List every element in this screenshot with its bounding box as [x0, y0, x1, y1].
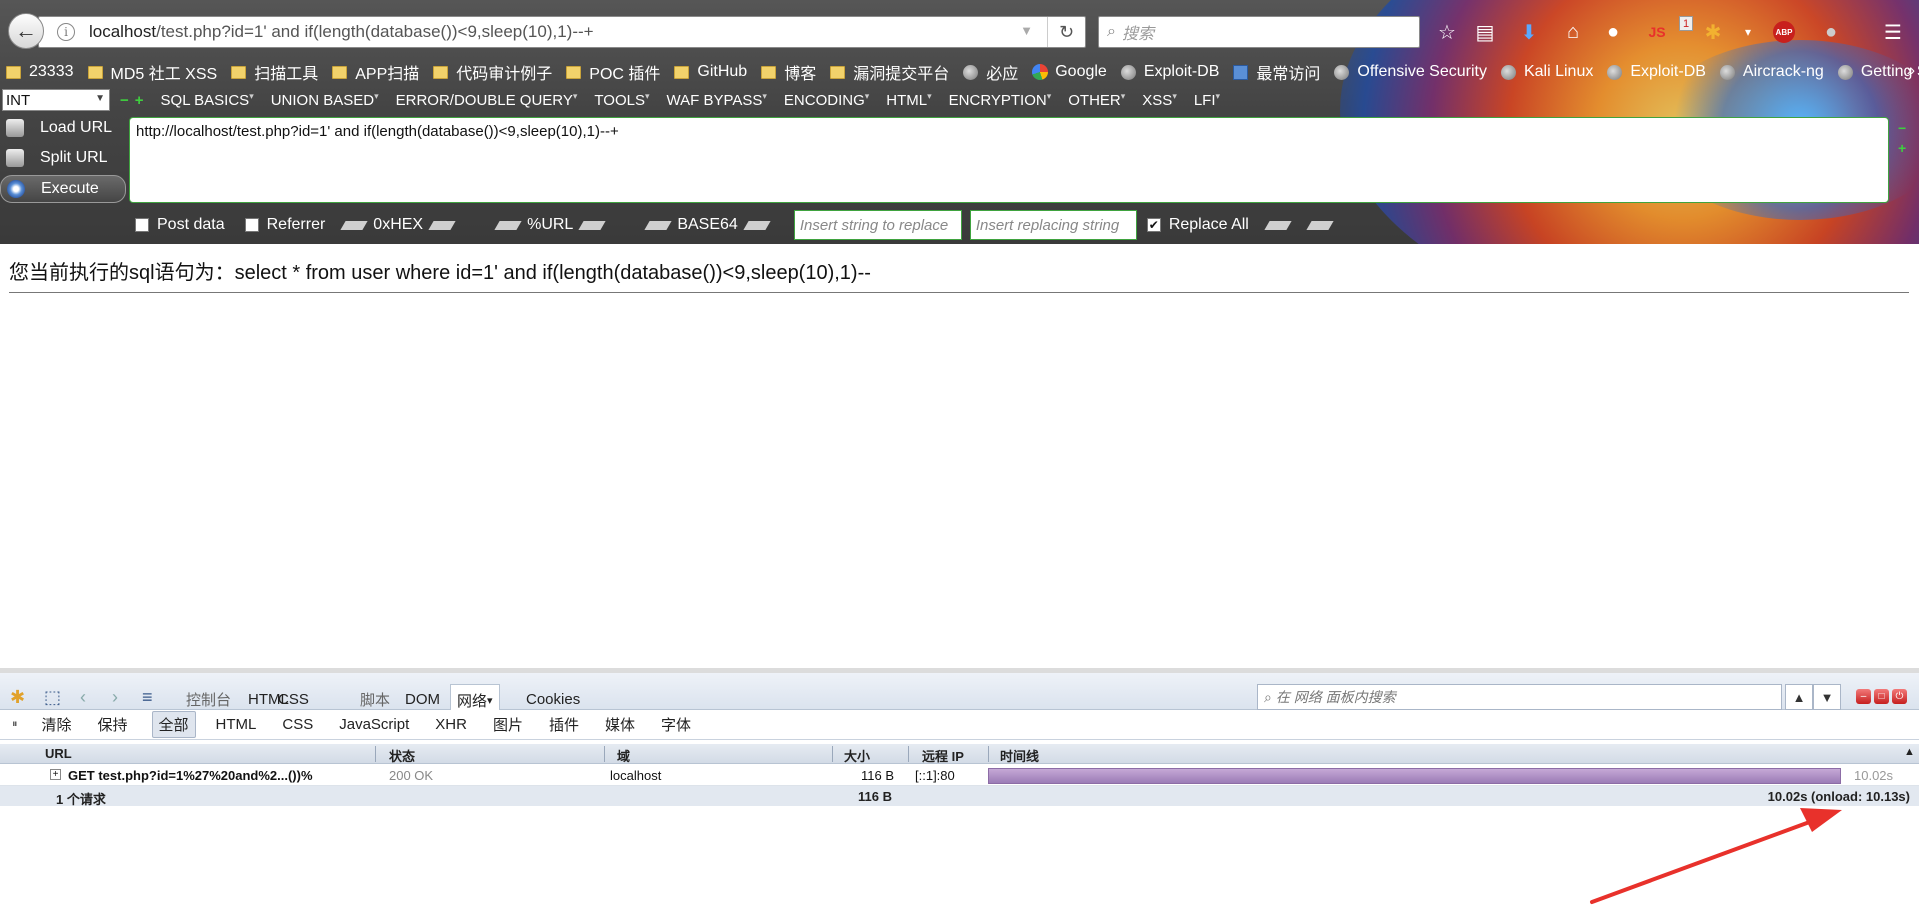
annotation-arrow [1590, 808, 1842, 904]
annotation-arrow-head [1800, 808, 1842, 832]
annotation-arrow-shaft [1590, 818, 1817, 904]
